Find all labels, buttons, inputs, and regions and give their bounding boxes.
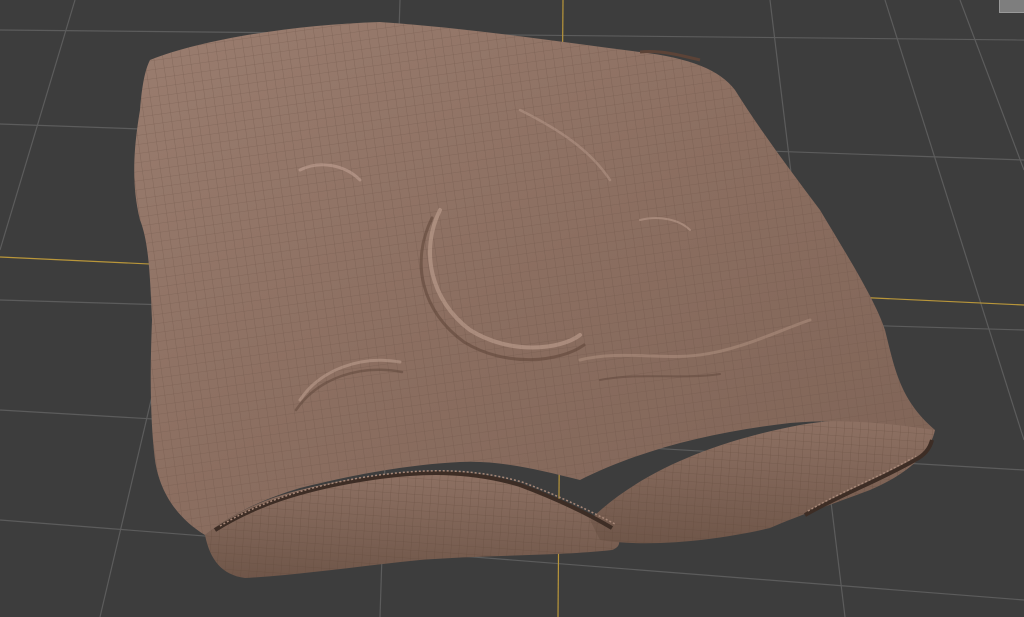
viewport-canvas[interactable]	[0, 0, 1024, 617]
sculpt-mesh[interactable]	[134, 22, 935, 578]
3d-viewport[interactable]	[0, 0, 1024, 617]
viewcube-icon[interactable]	[999, 0, 1024, 13]
